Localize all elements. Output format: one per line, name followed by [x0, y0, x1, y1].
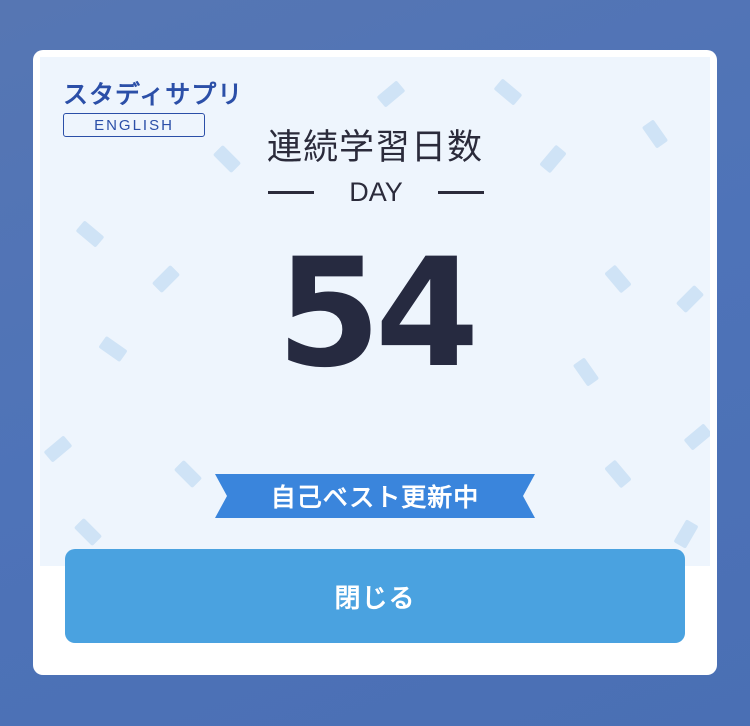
streak-modal: スタディサプリ ENGLISH 連続学習日数 DAY 54 自己ベスト更新中 閉…	[33, 50, 717, 675]
confetti-piece	[683, 423, 710, 451]
confetti-piece	[173, 459, 203, 489]
confetti-piece	[493, 78, 523, 106]
day-label: DAY	[349, 176, 403, 207]
streak-title: 連続学習日数	[266, 128, 483, 168]
personal-best-ribbon: 自己ベスト更新中	[215, 474, 535, 518]
personal-best-label: 自己ベスト更新中	[270, 483, 480, 512]
confetti-piece	[43, 435, 73, 463]
confetti-piece	[376, 80, 406, 108]
divider-right	[437, 190, 484, 194]
confetti-piece	[673, 519, 699, 549]
confetti-piece	[73, 517, 103, 547]
day-label-row: DAY	[268, 174, 484, 210]
confetti-piece	[604, 459, 632, 489]
close-button[interactable]: 閉じる	[65, 549, 685, 643]
streak-count: 54	[276, 227, 480, 401]
logo-wordmark: スタディサプリ	[63, 80, 244, 109]
streak-hero-panel: スタディサプリ ENGLISH 連続学習日数 DAY 54 自己ベスト更新中	[40, 57, 710, 566]
divider-left	[268, 190, 314, 194]
